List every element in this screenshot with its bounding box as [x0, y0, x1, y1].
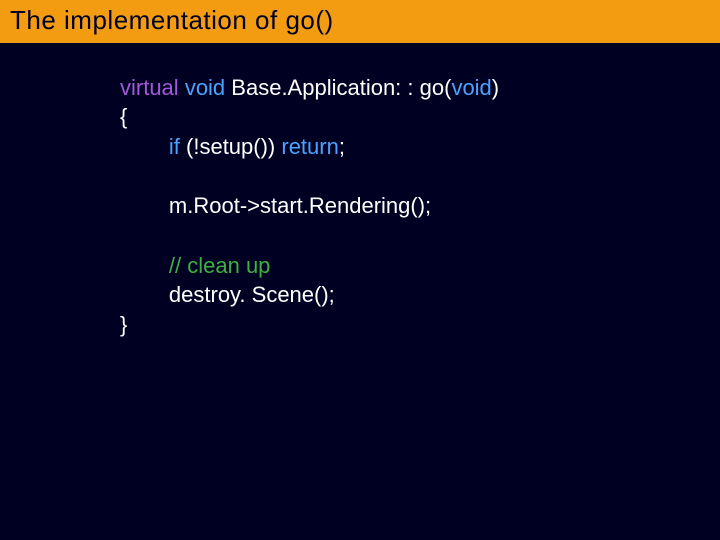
slide: The implementation of go() virtual void … [0, 0, 720, 540]
keyword-void-param: void [451, 75, 491, 100]
keyword-return: return [281, 134, 338, 159]
comment-cleanup: // clean up [169, 253, 271, 278]
brace-open: { [120, 104, 127, 129]
if-condition: (!setup()) [180, 134, 281, 159]
keyword-virtual: virtual [120, 75, 179, 100]
destroy-scene-line: destroy. Scene(); [169, 282, 335, 307]
start-rendering-line: m.Root->start.Rendering(); [169, 193, 431, 218]
slide-title: The implementation of go() [0, 0, 720, 43]
brace-close: } [120, 312, 127, 337]
decl-close-paren: ) [492, 75, 499, 100]
semicolon-1: ; [339, 134, 345, 159]
class-and-method: Base.Application: : go( [231, 75, 451, 100]
code-block: virtual void Base.Application: : go(void… [0, 43, 720, 340]
keyword-if: if [169, 134, 180, 159]
keyword-void: void [185, 75, 225, 100]
